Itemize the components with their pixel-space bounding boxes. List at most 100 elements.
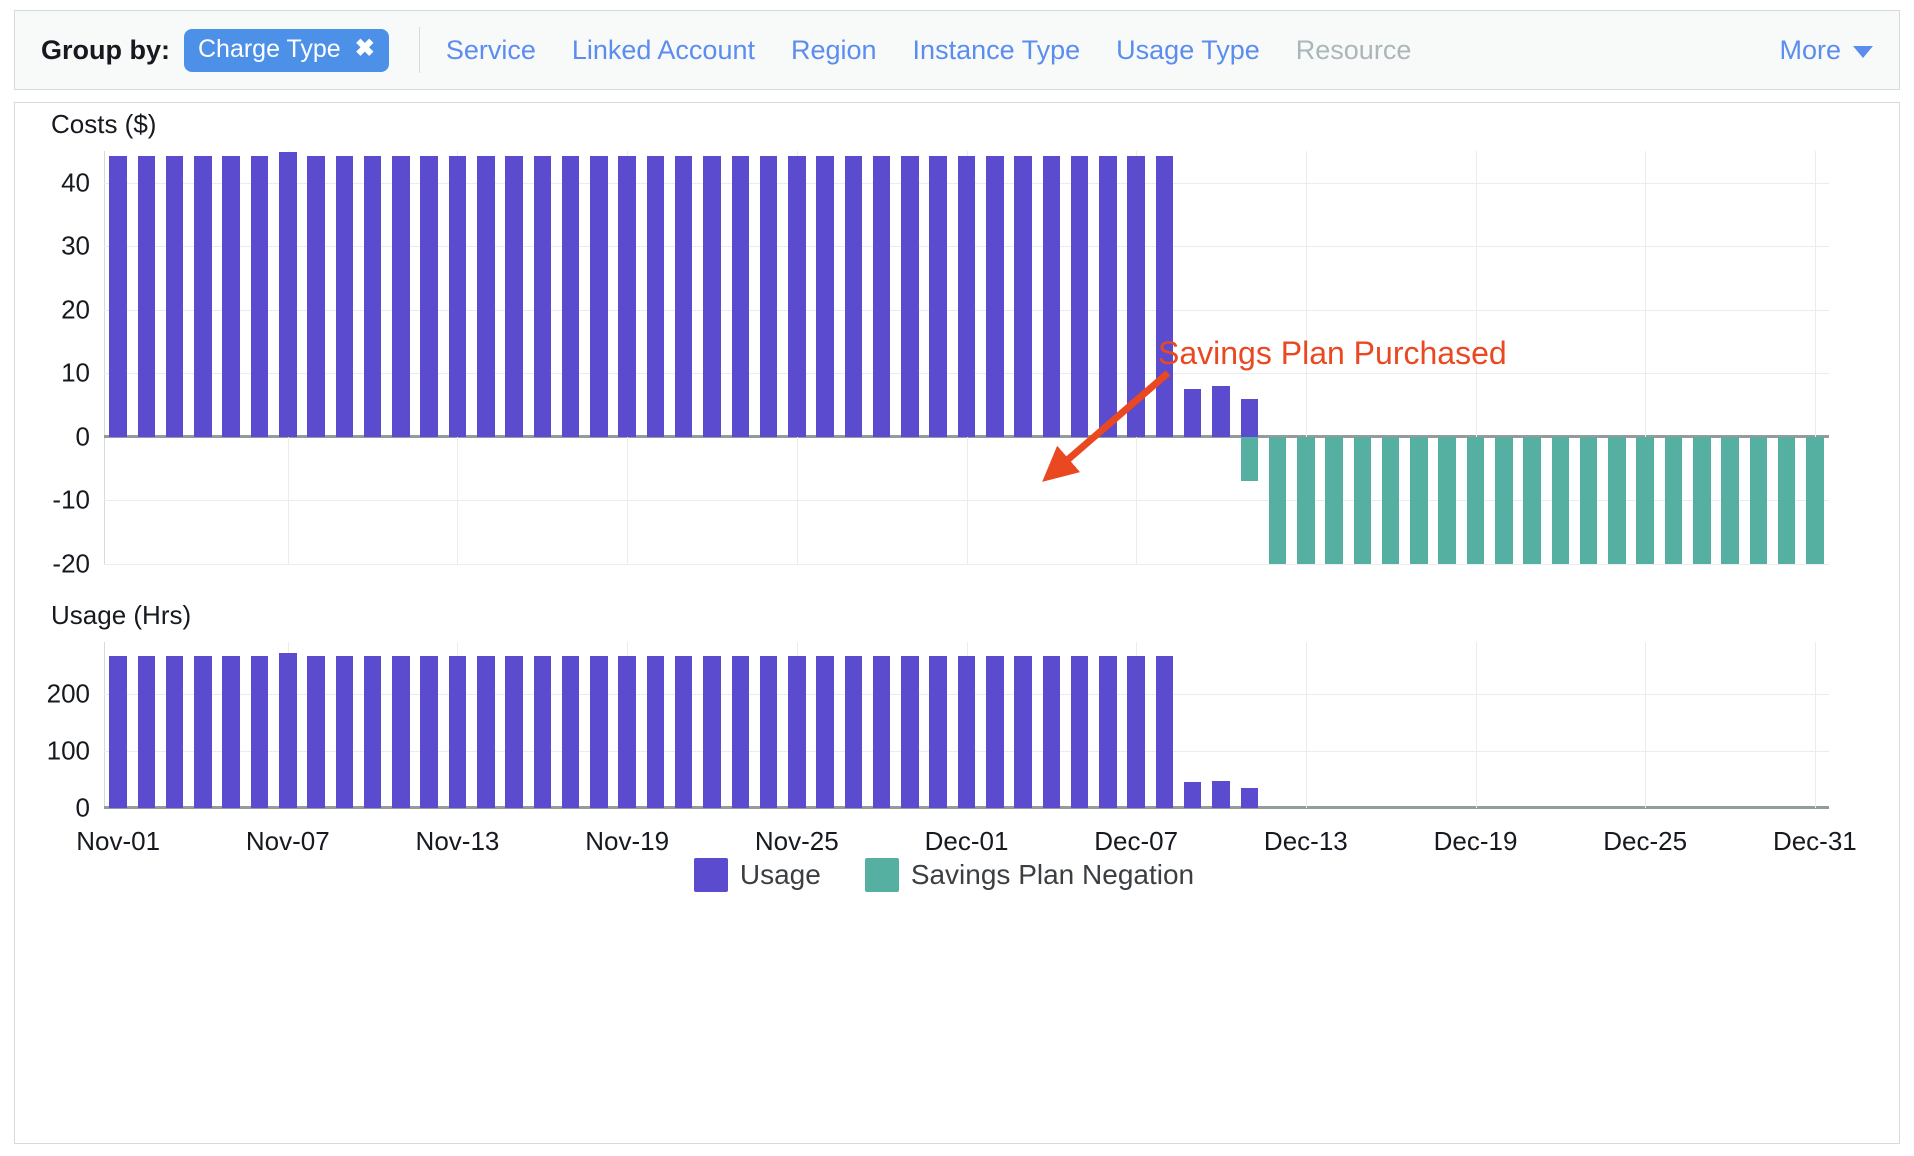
chart-bar[interactable] [307, 656, 325, 808]
chart-bar[interactable] [703, 156, 721, 437]
chart-bar[interactable] [1466, 436, 1485, 564]
chart-bar[interactable] [590, 656, 608, 808]
chart-bar[interactable] [1070, 156, 1089, 437]
chart-bar[interactable] [759, 156, 778, 437]
chart-bar[interactable] [1523, 436, 1541, 564]
group-by-dimension-usage-type[interactable]: Usage Type [1116, 35, 1260, 66]
chart-bar[interactable] [788, 156, 806, 437]
chart-bar[interactable] [1495, 436, 1513, 564]
chart-bar[interactable] [194, 656, 212, 808]
chart-bar[interactable] [1438, 436, 1456, 564]
chart-bar[interactable] [816, 656, 834, 808]
chart-bar[interactable] [222, 656, 241, 808]
group-by-dimension-instance-type[interactable]: Instance Type [913, 35, 1081, 66]
chart-bar[interactable] [363, 156, 382, 437]
chart-bar[interactable] [1183, 782, 1202, 808]
chart-bar[interactable] [1353, 436, 1372, 564]
chart-bar[interactable] [872, 656, 891, 808]
chart-bar[interactable] [986, 156, 1004, 437]
chart-bar[interactable] [279, 653, 297, 808]
chart-bar[interactable] [533, 656, 552, 808]
chart-bar[interactable] [1692, 436, 1711, 564]
chart-bar[interactable] [1042, 656, 1061, 808]
chart-bar[interactable] [279, 152, 297, 437]
chart-bar[interactable] [1070, 656, 1089, 808]
chart-bar[interactable] [816, 156, 834, 437]
chart-bar[interactable] [476, 656, 495, 808]
chart-bar[interactable] [109, 156, 127, 437]
chart-bar[interactable] [759, 656, 778, 808]
chart-bar[interactable] [1155, 656, 1174, 808]
chart-bar[interactable] [1636, 436, 1654, 564]
chart-bar[interactable] [533, 156, 552, 437]
chart-bar[interactable] [674, 156, 693, 437]
chart-bar[interactable] [448, 656, 467, 808]
chart-bar[interactable] [1410, 436, 1428, 564]
chart-bar[interactable] [1297, 436, 1315, 564]
chart-bar[interactable] [1127, 156, 1145, 437]
chart-bar[interactable] [618, 656, 636, 808]
chart-bar[interactable] [165, 156, 184, 437]
chart-bar[interactable] [363, 656, 382, 808]
group-by-dimension-service[interactable]: Service [446, 35, 536, 66]
chart-bar[interactable] [392, 156, 410, 437]
chart-bar[interactable] [137, 656, 156, 808]
more-dropdown[interactable]: More [1779, 35, 1873, 66]
chart-bar[interactable] [674, 656, 693, 808]
chart-bar[interactable] [1014, 156, 1032, 437]
chart-bar[interactable] [1127, 656, 1145, 808]
chart-bar[interactable] [505, 656, 523, 808]
chart-bar[interactable] [1212, 780, 1230, 808]
group-by-dimension-linked-account[interactable]: Linked Account [572, 35, 755, 66]
chart-bar[interactable] [476, 156, 495, 437]
chart-bar[interactable] [957, 156, 976, 437]
chart-bar[interactable] [1268, 436, 1287, 564]
chart-bar[interactable] [1240, 398, 1259, 437]
chart-bar[interactable] [1212, 386, 1230, 437]
chart-bar[interactable] [1240, 436, 1259, 482]
close-icon[interactable]: ✖ [355, 37, 375, 61]
chart-bar[interactable] [901, 156, 919, 437]
chart-bar[interactable] [872, 156, 891, 437]
chart-bar[interactable] [561, 656, 580, 808]
chart-bar[interactable] [1664, 436, 1683, 564]
chart-bar[interactable] [561, 156, 580, 437]
chart-bar[interactable] [222, 156, 241, 437]
legend-item[interactable]: Usage [693, 858, 821, 892]
chart-bar[interactable] [1777, 436, 1796, 564]
chart-bar[interactable] [505, 156, 523, 437]
chart-bar[interactable] [335, 656, 354, 808]
chart-bar[interactable] [335, 156, 354, 437]
chart-bar[interactable] [731, 156, 750, 437]
chart-bar[interactable] [1806, 436, 1824, 564]
chart-bar[interactable] [194, 156, 212, 437]
chart-bar[interactable] [1381, 436, 1400, 564]
chart-bar[interactable] [929, 156, 947, 437]
chart-bar[interactable] [1014, 656, 1032, 808]
chart-bar[interactable] [250, 656, 269, 808]
chart-bar[interactable] [1721, 436, 1739, 564]
chart-bar[interactable] [1042, 156, 1061, 437]
group-by-dimension-region[interactable]: Region [791, 35, 877, 66]
chart-bar[interactable] [1579, 436, 1598, 564]
chart-bar[interactable] [590, 156, 608, 437]
chart-bar[interactable] [788, 656, 806, 808]
chart-bar[interactable] [901, 656, 919, 808]
legend-item[interactable]: Savings Plan Negation [864, 858, 1194, 892]
chart-bar[interactable] [392, 656, 410, 808]
chart-bar[interactable] [420, 156, 438, 437]
chart-bar[interactable] [957, 656, 976, 808]
chart-bar[interactable] [448, 156, 467, 437]
chart-bar[interactable] [731, 656, 750, 808]
chart-bar[interactable] [165, 656, 184, 808]
chart-bar[interactable] [307, 156, 325, 437]
chart-bar[interactable] [929, 656, 947, 808]
chart-bar[interactable] [1240, 787, 1259, 808]
chart-bar[interactable] [1749, 436, 1768, 564]
chart-bar[interactable] [1183, 389, 1202, 437]
chart-bar[interactable] [646, 656, 665, 808]
chart-bar[interactable] [1551, 436, 1570, 564]
chart-bar[interactable] [137, 156, 156, 437]
chart-bar[interactable] [703, 656, 721, 808]
chart-bar[interactable] [109, 656, 127, 808]
